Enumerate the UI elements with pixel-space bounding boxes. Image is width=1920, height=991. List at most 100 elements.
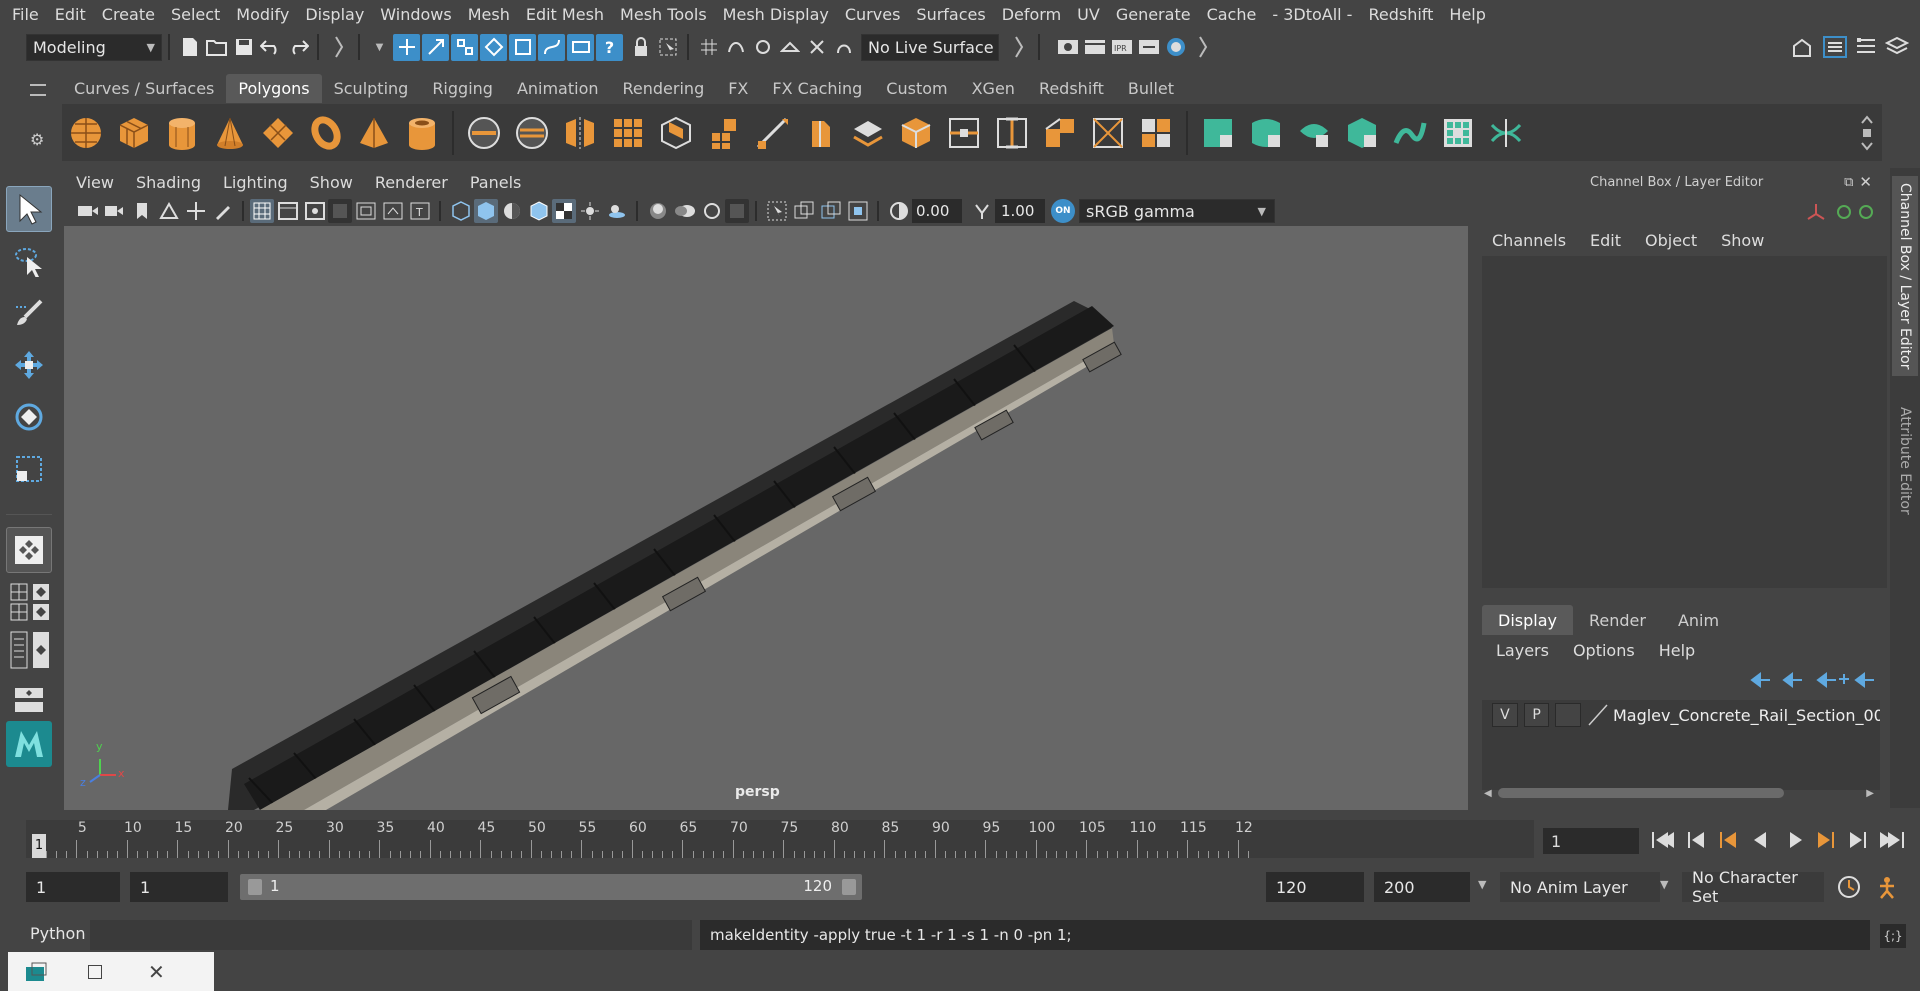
hotbox-layout-icon[interactable] xyxy=(6,677,52,723)
shelf-scroll-icon[interactable] xyxy=(1853,114,1880,151)
shelf-tab-animation[interactable]: Animation xyxy=(505,74,611,103)
menu-file[interactable]: File xyxy=(12,5,39,24)
channel-box-toggle-icon[interactable] xyxy=(1821,34,1848,61)
insert-edge-loop-icon[interactable] xyxy=(800,113,840,153)
uv-cut-sew-icon[interactable] xyxy=(1486,113,1526,153)
step-back-key-icon[interactable] xyxy=(1720,832,1736,848)
wireframe-icon[interactable] xyxy=(447,198,474,225)
open-scene-icon[interactable] xyxy=(203,34,230,61)
menu-create[interactable]: Create xyxy=(102,5,155,24)
command-input[interactable] xyxy=(90,920,692,950)
character-set-field[interactable]: No Character Set xyxy=(1682,868,1824,906)
menu-modify[interactable]: Modify xyxy=(236,5,289,24)
mirror-icon[interactable] xyxy=(560,113,600,153)
maya-window-icon[interactable] xyxy=(24,961,48,983)
shelf-tab-custom[interactable]: Custom xyxy=(874,74,959,103)
tool-settings-toggle-icon[interactable] xyxy=(1852,34,1879,61)
xray-icon[interactable] xyxy=(790,198,817,225)
menu-cache[interactable]: Cache xyxy=(1207,5,1257,24)
slide-edge-icon[interactable] xyxy=(992,113,1032,153)
menu-set-dropdown[interactable]: Modeling ▼ xyxy=(26,33,162,61)
snap-live-icon[interactable] xyxy=(803,34,830,61)
menu-mesh[interactable]: Mesh xyxy=(468,5,510,24)
extrude-icon[interactable] xyxy=(656,113,696,153)
circularize-icon[interactable] xyxy=(1088,113,1128,153)
textured-icon[interactable] xyxy=(552,199,576,223)
snap-grid-icon[interactable] xyxy=(695,34,722,61)
wedge-icon[interactable] xyxy=(1040,113,1080,153)
play-forwards-icon[interactable] xyxy=(1790,832,1802,848)
film-gate-icon[interactable] xyxy=(274,198,301,225)
field-chart-icon[interactable] xyxy=(352,198,379,225)
render-view-icon[interactable] xyxy=(1054,34,1081,61)
menu-edit-mesh[interactable]: Edit Mesh xyxy=(526,5,604,24)
snap-live-surface-icon[interactable] xyxy=(830,34,857,61)
gamma-field[interactable]: 1.00 xyxy=(995,199,1045,223)
select-by-joint-icon[interactable] xyxy=(509,33,536,61)
menu-mesh-tools[interactable]: Mesh Tools xyxy=(620,5,707,24)
uv-automatic-icon[interactable] xyxy=(1342,113,1382,153)
menu-display[interactable]: Display xyxy=(305,5,364,24)
single-pane-layout-icon[interactable] xyxy=(6,527,52,573)
channel-box-menu-edit[interactable]: Edit xyxy=(1590,231,1621,250)
menu-curves[interactable]: Curves xyxy=(845,5,901,24)
layer-row[interactable]: V P Maglev_Concrete_Rail_Section_001_la xyxy=(1482,700,1880,730)
lock-icon[interactable] xyxy=(627,34,654,61)
poly-cylinder-icon[interactable] xyxy=(162,113,202,153)
shelf-tab-redshift[interactable]: Redshift xyxy=(1027,74,1116,103)
collapse-icon[interactable] xyxy=(325,34,352,61)
range-slider-end-handle[interactable] xyxy=(842,879,856,895)
menu-redshift[interactable]: Redshift xyxy=(1368,5,1433,24)
select-tool-icon[interactable] xyxy=(6,186,52,232)
step-forward-key-icon[interactable] xyxy=(1818,832,1834,848)
select-objects-icon[interactable] xyxy=(422,33,449,61)
layer-playback-toggle[interactable]: P xyxy=(1523,703,1550,727)
menu-edit[interactable]: Edit xyxy=(55,5,86,24)
poly-pyramid-icon[interactable] xyxy=(354,113,394,153)
new-layer-icon[interactable] xyxy=(1816,672,1849,688)
shelf-tab-polygons[interactable]: Polygons xyxy=(226,74,322,103)
character-set-chevron-icon[interactable]: ▼ xyxy=(1660,878,1668,891)
layer-menu-layers[interactable]: Layers xyxy=(1496,641,1549,660)
uv-planar-icon[interactable] xyxy=(1198,113,1238,153)
viewport-menu-shading[interactable]: Shading xyxy=(136,173,201,192)
anim-layer-chevron-icon[interactable]: ▼ xyxy=(1478,878,1486,891)
perspective-viewport[interactable]: y x z xyxy=(64,226,1468,811)
side-tab-attribute-editor[interactable]: Attribute Editor xyxy=(1892,396,1918,526)
channel-list[interactable] xyxy=(1482,256,1887,588)
go-to-end-icon[interactable] xyxy=(1880,832,1904,848)
uv-spherical-icon[interactable] xyxy=(1294,113,1334,153)
shaded-wire-icon[interactable] xyxy=(525,198,552,225)
smooth-icon[interactable] xyxy=(608,113,648,153)
float-panel-icon[interactable]: ⧉ xyxy=(1844,175,1853,190)
current-frame-field[interactable]: 1 xyxy=(1543,828,1639,854)
combine-icon[interactable] xyxy=(464,113,504,153)
select-hierarchy-icon[interactable] xyxy=(393,33,420,61)
multi-cut-icon[interactable] xyxy=(848,113,888,153)
viewport-menu-show[interactable]: Show xyxy=(310,173,353,192)
menu-deform[interactable]: Deform xyxy=(1002,5,1061,24)
close-window-icon[interactable]: ✕ xyxy=(148,960,165,984)
lock-channel-icon[interactable] xyxy=(1837,205,1851,219)
camera-icon[interactable] xyxy=(74,198,101,225)
script-editor-icon[interactable]: {;} xyxy=(1880,924,1906,948)
menu-help[interactable]: Help xyxy=(1449,5,1485,24)
default-material-icon[interactable] xyxy=(498,198,525,225)
select-by-surface-icon[interactable] xyxy=(567,33,594,61)
menu-select[interactable]: Select xyxy=(171,5,220,24)
scale-tool-icon[interactable] xyxy=(6,446,52,492)
auto-key-icon[interactable] xyxy=(1836,874,1862,900)
2d-pan-zoom-icon[interactable] xyxy=(182,198,209,225)
chevron-right-icon[interactable] xyxy=(1005,34,1032,61)
maya-logo-icon[interactable] xyxy=(6,721,52,767)
target-weld-icon[interactable] xyxy=(896,113,936,153)
save-scene-icon[interactable] xyxy=(230,34,257,61)
close-icon[interactable]: ✕ xyxy=(1859,173,1872,191)
snap-view-plane-icon[interactable] xyxy=(776,34,803,61)
layer-visibility-toggle[interactable]: V xyxy=(1492,703,1518,727)
menu-mesh-display[interactable]: Mesh Display xyxy=(723,5,829,24)
four-pane-layout-icon[interactable] xyxy=(10,583,28,621)
grease-pencil-icon[interactable] xyxy=(209,198,236,225)
go-to-start-icon[interactable] xyxy=(1652,832,1674,848)
bookmark-icon[interactable] xyxy=(128,198,155,225)
